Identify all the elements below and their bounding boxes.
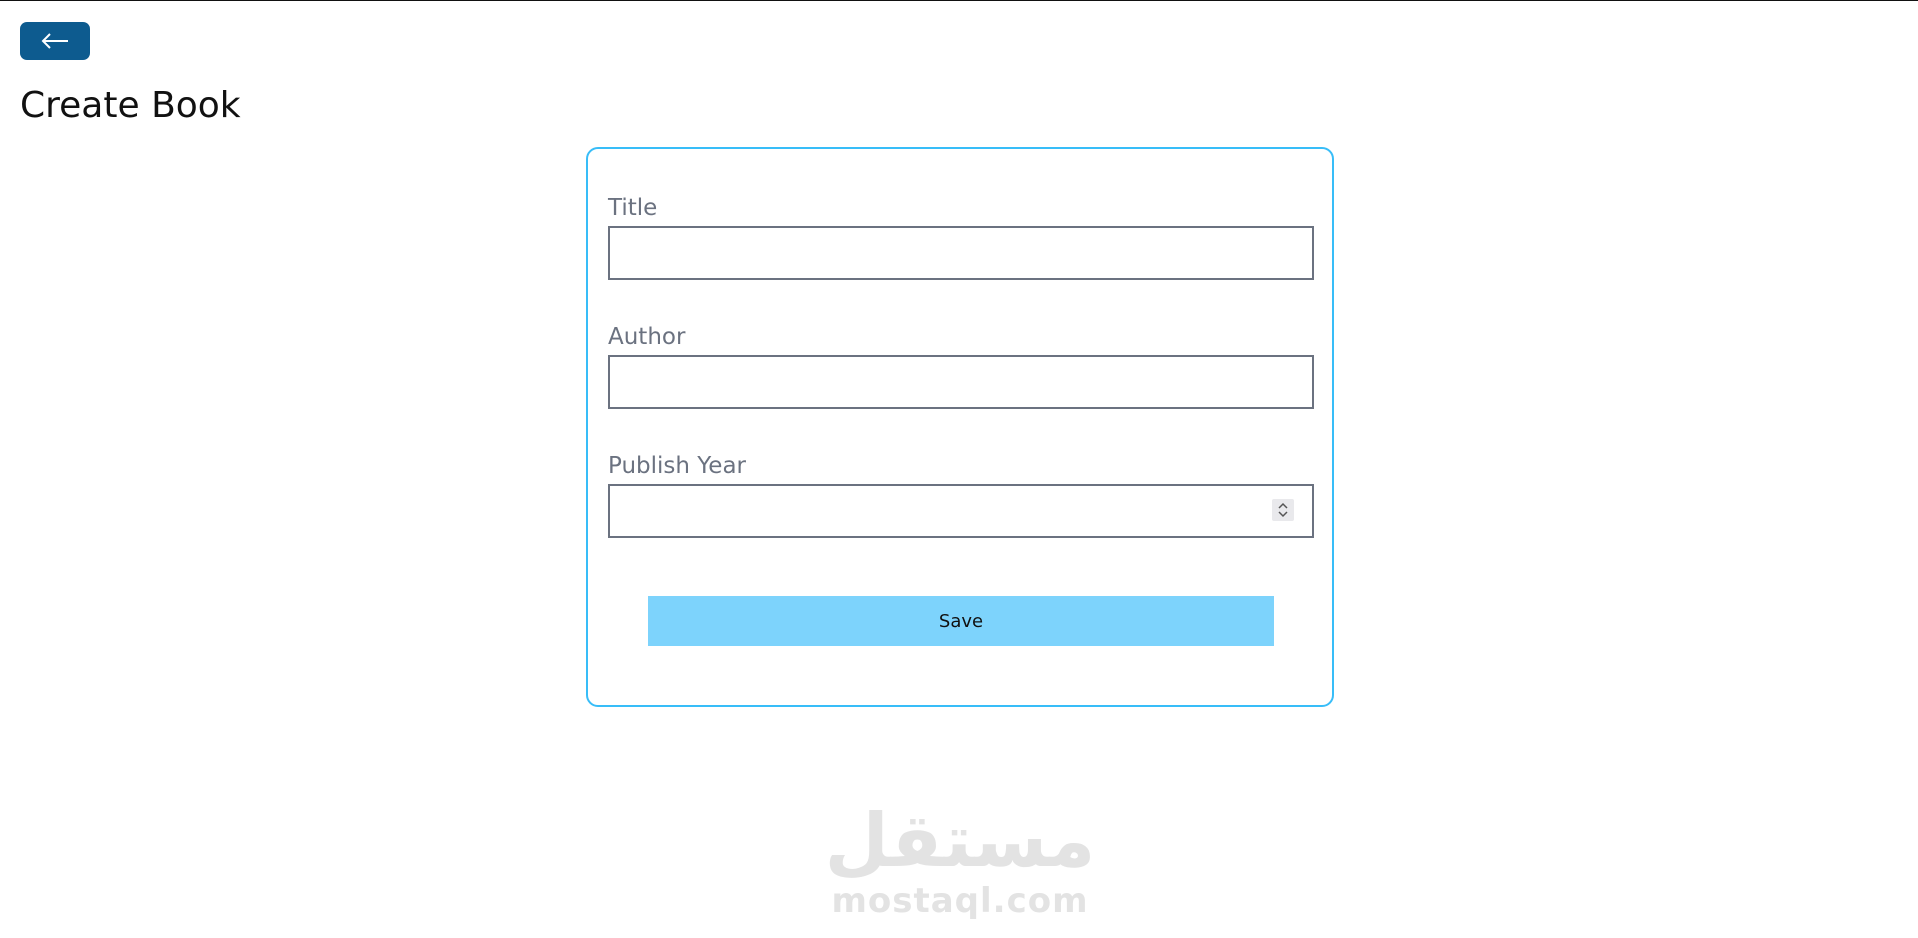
create-book-form: Title Author Publish Year Save: [586, 147, 1334, 707]
publish-year-label: Publish Year: [608, 453, 746, 479]
author-input[interactable]: [608, 355, 1314, 409]
watermark-logo: مستقل mostaql.com: [800, 801, 1120, 926]
page-title: Create Book: [20, 85, 241, 126]
page: Create Book Title Author Publish Year Sa…: [0, 0, 1918, 938]
arrow-left-icon: [40, 32, 70, 50]
title-input[interactable]: [608, 226, 1314, 280]
watermark-site-text: mostaql.com: [831, 881, 1089, 921]
publish-year-input[interactable]: [608, 484, 1314, 538]
save-button[interactable]: Save: [648, 596, 1274, 646]
publish-year-field: [608, 484, 1314, 538]
spinner-chevrons-icon: [1278, 502, 1288, 518]
number-spinner[interactable]: [1272, 499, 1294, 521]
title-label: Title: [608, 195, 658, 221]
back-button[interactable]: [20, 22, 90, 60]
watermark-arabic-text: مستقل: [824, 798, 1096, 884]
author-label: Author: [608, 324, 686, 350]
